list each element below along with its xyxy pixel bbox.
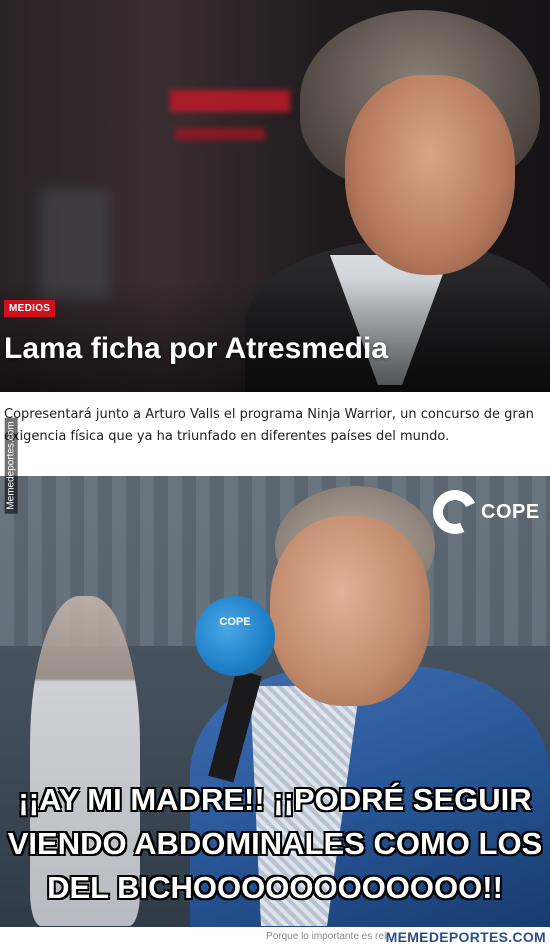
person-face (345, 75, 515, 275)
studio-light (175, 128, 265, 140)
microphone-icon (195, 596, 275, 676)
studio-light (170, 90, 290, 112)
person-face (270, 516, 430, 706)
side-watermark-text: Memedeportes.com (4, 416, 18, 514)
side-watermark: Memedeportes.com (3, 405, 19, 525)
footer-tagline: Porque lo importante es reír (266, 931, 390, 942)
microphone-logo: COPE (219, 616, 251, 628)
article-headline[interactable]: Lama ficha por Atresmedia (4, 330, 388, 368)
category-badge[interactable]: MEDIOS (4, 300, 56, 317)
footer-brand-link[interactable]: MEMEDEPORTES.COM (386, 928, 546, 946)
cope-logo-icon (426, 483, 484, 541)
meme-caption: ¡¡AY MI MADRE!! ¡¡PODRÉ SEGUIR VIENDO AB… (7, 781, 543, 906)
cope-logo-text: COPE (481, 500, 540, 523)
cope-logo: COPE (426, 483, 540, 541)
article-summary: Copresentará junto a Arturo Valls el pro… (4, 407, 534, 444)
